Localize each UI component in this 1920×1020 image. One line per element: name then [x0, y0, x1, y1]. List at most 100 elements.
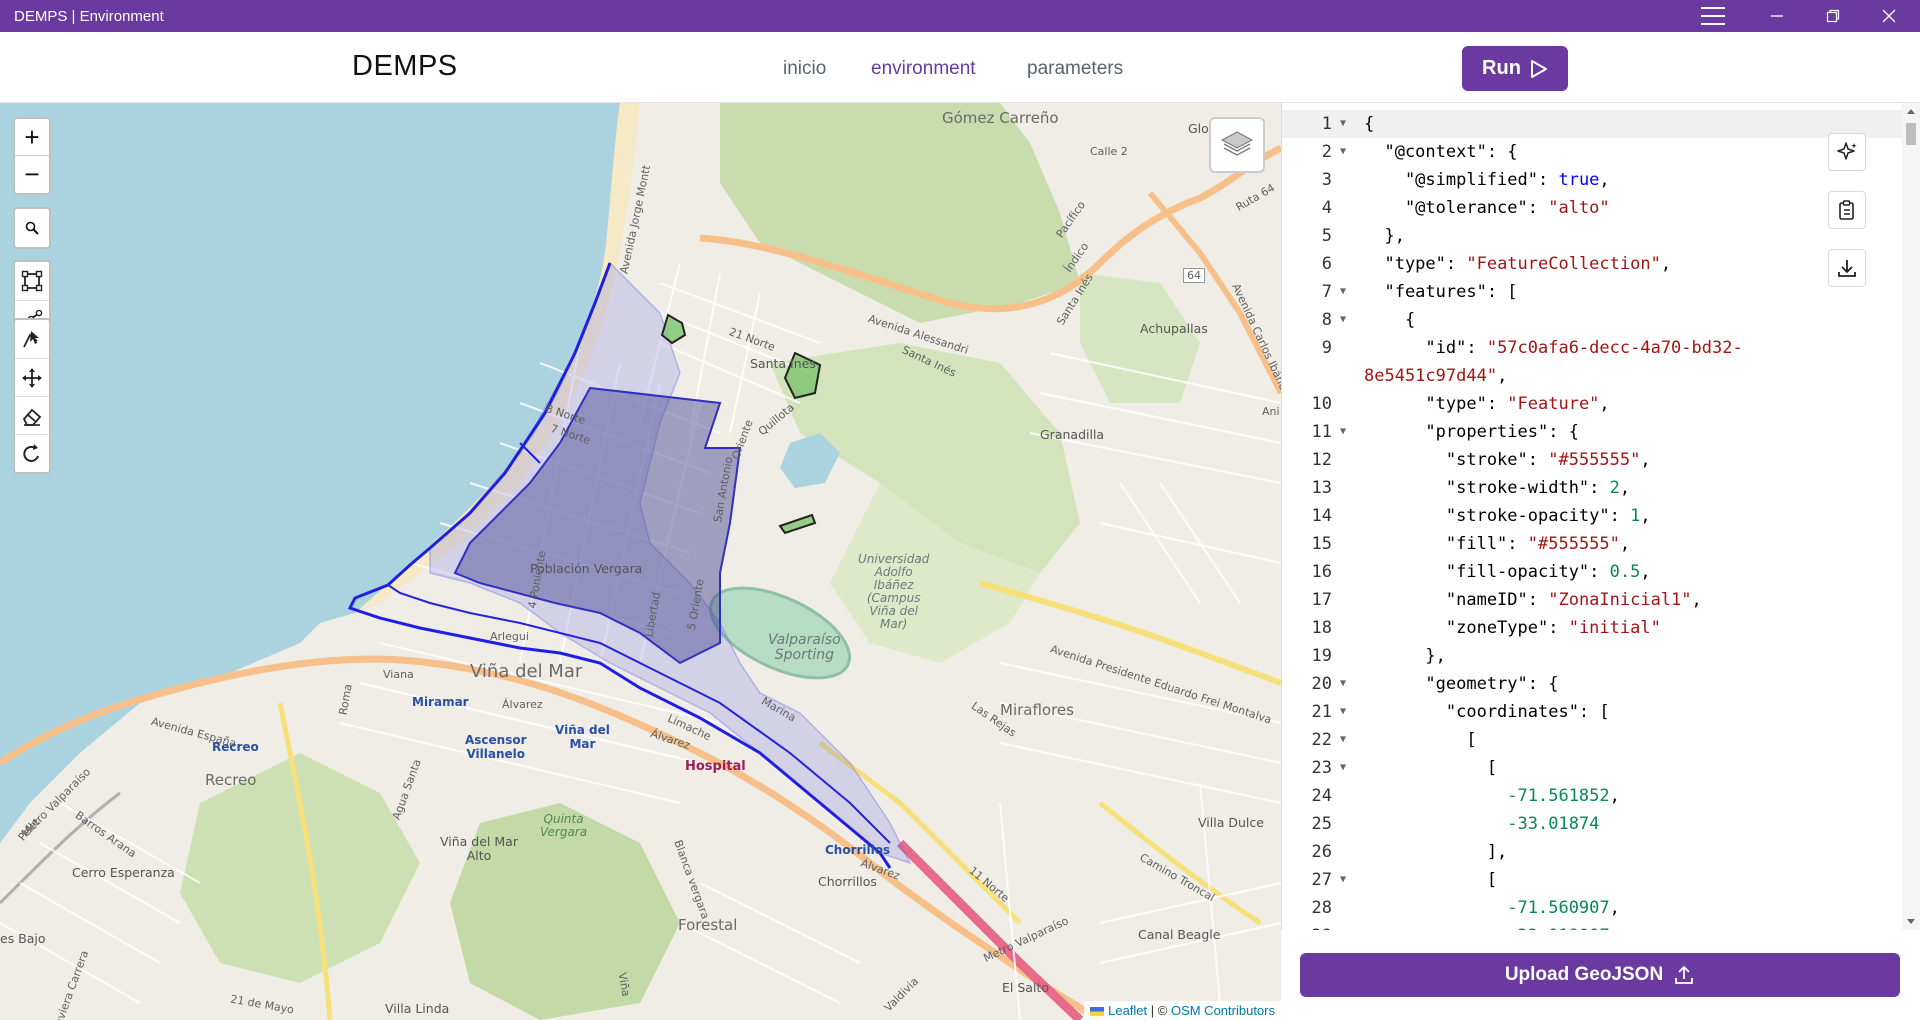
upload-geojson-button[interactable]: Upload GeoJSON: [1300, 953, 1900, 997]
editor-line[interactable]: 12 "stroke": "#555555",: [1282, 446, 1904, 474]
code-token: "#555555": [1527, 534, 1620, 554]
download-icon[interactable]: [1828, 249, 1866, 287]
fold-toggle-icon[interactable]: ▼: [1340, 726, 1346, 754]
editor-line[interactable]: 27 ▼ [: [1282, 866, 1904, 894]
scrollbar-thumb[interactable]: [1906, 123, 1916, 145]
code-token: -33.019007: [1364, 926, 1609, 930]
code-token: ,: [1691, 590, 1702, 610]
line-number: 15: [1311, 534, 1332, 554]
code-text: "nameID": "ZonaInicial1",: [1364, 586, 1702, 614]
brand-logo[interactable]: DEMPS: [352, 50, 458, 83]
code-text: "features": [: [1364, 278, 1517, 306]
line-number: 22: [1311, 730, 1332, 750]
copy-icon[interactable]: [1828, 191, 1866, 229]
fold-toggle-icon[interactable]: ▼: [1340, 418, 1346, 446]
editor-line[interactable]: 13 "stroke-width": 2,: [1282, 474, 1904, 502]
code-token: [: [1364, 870, 1498, 890]
editor-line[interactable]: 17 "nameID": "ZonaInicial1",: [1282, 586, 1904, 614]
map-view[interactable]: Gómez Carreño Glo Calle 2 Pacífico Índic…: [0, 103, 1281, 1020]
editor-line[interactable]: 21 ▼ "coordinates": [: [1282, 698, 1904, 726]
search-icon[interactable]: [15, 209, 49, 247]
code-token: [: [1364, 758, 1498, 778]
editor-line[interactable]: 20 ▼ "geometry": {: [1282, 670, 1904, 698]
zoom-out-button[interactable]: −: [15, 156, 49, 193]
editor-line[interactable]: 1 ▼ {: [1282, 110, 1904, 138]
editor-line[interactable]: 19 },: [1282, 642, 1904, 670]
code-token: "stroke-opacity":: [1364, 506, 1631, 526]
code-text: "fill": "#555555",: [1364, 530, 1630, 558]
rotate-icon[interactable]: [15, 434, 49, 472]
code-token: "properties": {: [1364, 422, 1579, 442]
fold-toggle-icon[interactable]: ▼: [1340, 698, 1346, 726]
menu-icon[interactable]: [1690, 0, 1736, 32]
line-number: 28: [1311, 898, 1332, 918]
fold-toggle-icon[interactable]: ▼: [1340, 866, 1346, 894]
editor-line[interactable]: 2 ▼ "@context": {: [1282, 138, 1904, 166]
code-token: },: [1364, 646, 1446, 666]
editor-line[interactable]: 24 -71.561852,: [1282, 782, 1904, 810]
fold-toggle-icon[interactable]: ▼: [1340, 278, 1346, 306]
code-text: -71.561852,: [1364, 782, 1620, 810]
code-token: "ZonaInicial1": [1548, 590, 1692, 610]
fold-toggle-icon[interactable]: ▼: [1340, 306, 1346, 334]
fold-toggle-icon[interactable]: ▼: [1340, 138, 1346, 166]
run-button-label: Run: [1482, 57, 1521, 79]
fold-toggle-icon[interactable]: ▼: [1340, 754, 1346, 782]
geojson-editor[interactable]: 1 ▼ {2 ▼ "@context": {3 "@simplified": true…: [1281, 103, 1920, 930]
code-token: "zoneType":: [1364, 618, 1569, 638]
line-number: 4: [1321, 198, 1332, 218]
editor-line[interactable]: 10 "type": "Feature",: [1282, 390, 1904, 418]
edit-vertex-icon[interactable]: [15, 320, 49, 358]
nav-inicio[interactable]: inicio: [783, 58, 826, 80]
osm-link[interactable]: OSM Contributors: [1171, 1003, 1275, 1018]
sparkle-icon[interactable]: [1828, 133, 1866, 171]
code-token: [: [1364, 730, 1477, 750]
editor-line[interactable]: 7 ▼ "features": [: [1282, 278, 1904, 306]
editor-line[interactable]: 14 "stroke-opacity": 1,: [1282, 502, 1904, 530]
code-token: "#555555": [1548, 450, 1641, 470]
editor-line[interactable]: 6 "type": "FeatureCollection",: [1282, 250, 1904, 278]
search-control: [13, 207, 51, 249]
editor-line[interactable]: 8e5451c97d44",: [1282, 362, 1904, 390]
eraser-icon[interactable]: [15, 396, 49, 434]
editor-line[interactable]: 22 ▼ [: [1282, 726, 1904, 754]
nav-environment[interactable]: environment: [871, 58, 976, 80]
restore-icon[interactable]: [1810, 0, 1856, 32]
run-button[interactable]: Run: [1462, 46, 1568, 91]
editor-line[interactable]: 23 ▼ [: [1282, 754, 1904, 782]
code-token: ,: [1599, 394, 1610, 414]
line-number: 26: [1311, 842, 1332, 862]
editor-line[interactable]: 4 "@tolerance": "alto": [1282, 194, 1904, 222]
editor-line[interactable]: 28 -71.560907,: [1282, 894, 1904, 922]
fold-toggle-icon[interactable]: ▼: [1340, 670, 1346, 698]
editor-line[interactable]: 18 "zoneType": "initial": [1282, 614, 1904, 642]
minimize-icon[interactable]: [1754, 0, 1800, 32]
draw-rectangle-icon[interactable]: [15, 262, 49, 300]
editor-line[interactable]: 15 "fill": "#555555",: [1282, 530, 1904, 558]
editor-line[interactable]: 25 -33.01874: [1282, 810, 1904, 838]
code-token: "57c0afa6-decc-4a70-bd32-: [1486, 338, 1743, 358]
line-number: 23: [1311, 758, 1332, 778]
close-icon[interactable]: [1866, 0, 1912, 32]
editor-line[interactable]: 16 "fill-opacity": 0.5,: [1282, 558, 1904, 586]
editor-scrollbar[interactable]: [1902, 103, 1920, 930]
editor-line[interactable]: 9 "id": "57c0afa6-decc-4a70-bd32-: [1282, 334, 1904, 362]
editor-line[interactable]: 3 "@simplified": true,: [1282, 166, 1904, 194]
editor-line[interactable]: 29 -33.019007: [1282, 922, 1904, 930]
code-token: -33.01874: [1364, 814, 1600, 834]
nav-parameters[interactable]: parameters: [1027, 58, 1123, 80]
code-text: "stroke-opacity": 1,: [1364, 502, 1651, 530]
code-token: "Feature": [1507, 394, 1600, 414]
leaflet-link[interactable]: Leaflet: [1108, 1003, 1147, 1018]
code-token: "@simplified":: [1364, 170, 1559, 190]
layers-button[interactable]: [1209, 117, 1265, 173]
editor-line[interactable]: 11 ▼ "properties": {: [1282, 418, 1904, 446]
move-icon[interactable]: [15, 358, 49, 396]
editor-line[interactable]: 5 },: [1282, 222, 1904, 250]
line-number: 24: [1311, 786, 1332, 806]
fold-toggle-icon[interactable]: ▼: [1340, 110, 1346, 138]
zoom-in-button[interactable]: +: [15, 119, 49, 156]
editor-line[interactable]: 8 ▼ {: [1282, 306, 1904, 334]
editor-line[interactable]: 26 ],: [1282, 838, 1904, 866]
map-tiles: [0, 103, 1281, 1020]
